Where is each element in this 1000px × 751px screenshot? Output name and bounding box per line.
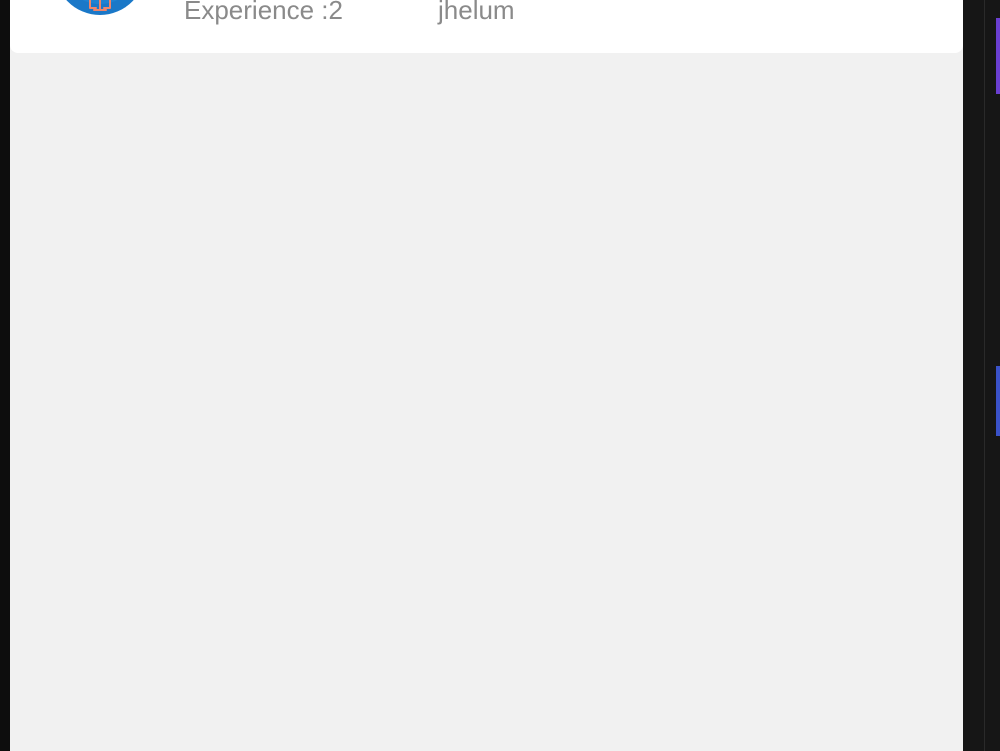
experience-label: Experience :2 <box>184 0 343 25</box>
location-label: jhelum <box>438 0 515 25</box>
device-side-button-middle <box>996 366 1000 436</box>
lawyer-avatar <box>52 0 148 15</box>
device-side-button-top <box>996 18 1000 94</box>
device-bezel-right <box>963 0 1000 751</box>
lawyer-list-item[interactable]: Experience :2 jhelum <box>10 0 963 53</box>
app-screen: Experience :2 jhelum <box>10 0 963 751</box>
device-frame: Experience :2 jhelum <box>0 0 1000 751</box>
scales-of-justice-icon <box>66 0 134 15</box>
device-bezel-edge <box>984 0 985 751</box>
